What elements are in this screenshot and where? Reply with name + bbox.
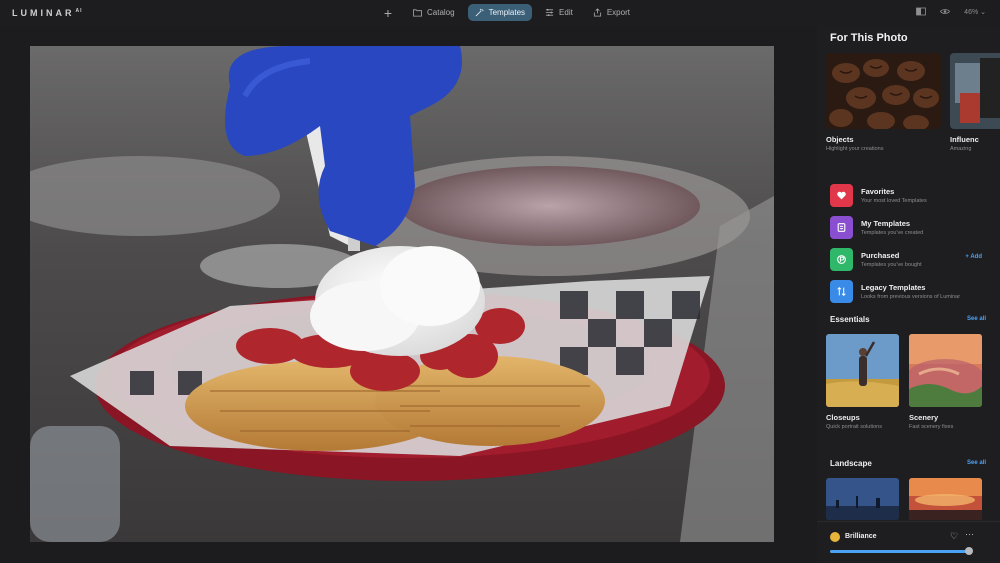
landscape-card-sunset[interactable]: [909, 478, 982, 520]
zoom-dropdown[interactable]: 46% ⌄: [964, 8, 986, 16]
edit-tab-label: Edit: [559, 8, 573, 17]
purchased-subtitle: Templates you've bought: [861, 261, 922, 268]
folder-icon: [413, 9, 422, 17]
photo-canvas[interactable]: [30, 46, 774, 542]
top-bar: LUMINARAI + Catalog Templates Edit Expor…: [0, 0, 1000, 26]
influencer-thumbnail: [950, 53, 1000, 129]
objects-thumbnail: [826, 53, 941, 129]
featured-card-objects[interactable]: Objects Highlight your creations: [826, 53, 941, 152]
closeups-thumbnail: [826, 334, 899, 407]
catalog-tab-label: Catalog: [427, 8, 455, 17]
templates-wand-icon: [475, 8, 484, 17]
app-suffix: AI: [75, 8, 83, 14]
app-logo: LUMINARAI: [12, 8, 83, 18]
essentials-title: Essentials: [830, 315, 870, 324]
zoom-level: 46%: [964, 8, 979, 16]
legacy-templates-item[interactable]: Legacy Templates Looks from previous ver…: [830, 275, 990, 307]
eye-icon[interactable]: [940, 7, 951, 16]
add-photos-button[interactable]: +: [380, 5, 396, 21]
my-templates-item[interactable]: My Templates Templates you've created: [830, 211, 990, 243]
user-template-icon: [830, 215, 853, 239]
essentials-header: Essentials See all: [830, 315, 986, 324]
edit-tab[interactable]: Edit: [538, 4, 580, 21]
panel-title: For This Photo: [830, 32, 908, 44]
essentials-see-all[interactable]: See all: [967, 316, 986, 322]
influencer-title: Influenc: [950, 135, 979, 144]
closeups-card[interactable]: Closeups Quick portrait solutions: [826, 334, 899, 431]
add-purchased-button[interactable]: + Add: [965, 254, 982, 260]
landscape-card-city[interactable]: [826, 478, 899, 520]
purchased-title: Purchased: [861, 250, 900, 260]
templates-panel: For This Photo Objects Highlight your cr…: [817, 26, 1000, 563]
main-nav: + Catalog Templates Edit Export: [380, 4, 637, 21]
my-templates-title: My Templates: [861, 218, 911, 228]
templates-tab[interactable]: Templates: [467, 4, 533, 21]
favorites-title: Favorites: [861, 186, 895, 196]
template-categories: Favorites Your most loved Templates My T…: [830, 179, 990, 307]
legacy-templates-title: Legacy Templates: [861, 282, 926, 292]
scenery-subtitle: Fast scenery fixes: [909, 424, 954, 430]
brilliance-icon: [830, 532, 840, 542]
applied-template-bar: Brilliance ♡ ···: [817, 521, 1000, 563]
legacy-templates-subtitle: Looks from previous versions of Luminar: [861, 293, 961, 300]
landscape-title: Landscape: [830, 459, 872, 468]
scenery-card[interactable]: Scenery Fast scenery fixes: [909, 334, 982, 431]
objects-subtitle: Highlight your creations: [826, 146, 884, 152]
closeups-subtitle: Quick portrait solutions: [826, 424, 882, 430]
templates-tab-label: Templates: [488, 8, 526, 17]
scenery-thumbnail: [909, 334, 982, 407]
view-controls: 46% ⌄: [916, 7, 986, 16]
purchased-item[interactable]: Purchased Templates you've bought + Add: [830, 243, 990, 275]
landscape-header: Landscape See all: [830, 459, 986, 468]
slider-knob[interactable]: [965, 547, 974, 555]
catalog-tab[interactable]: Catalog: [406, 4, 462, 21]
featured-card-influencer[interactable]: Influenc Amazing: [950, 53, 1000, 152]
closeups-title: Closeups: [826, 413, 860, 422]
slider-fill: [830, 550, 970, 553]
waffle-photo: [30, 46, 774, 542]
objects-title: Objects: [826, 135, 854, 144]
app-name: LUMINAR: [12, 8, 75, 18]
compare-icon[interactable]: [916, 7, 927, 16]
favorites-item[interactable]: Favorites Your most loved Templates: [830, 179, 990, 211]
favorite-heart-icon[interactable]: ♡: [950, 531, 958, 542]
more-options-icon[interactable]: ···: [965, 529, 974, 539]
landscape-see-all[interactable]: See all: [967, 460, 986, 466]
influencer-subtitle: Amazing: [950, 146, 972, 152]
template-amount-slider[interactable]: [830, 547, 974, 555]
favorites-subtitle: Your most loved Templates: [861, 197, 927, 204]
export-tab[interactable]: Export: [586, 4, 637, 21]
export-tab-label: Export: [606, 8, 630, 17]
purchased-icon: [830, 247, 853, 271]
applied-template-name: Brilliance: [845, 533, 877, 540]
export-icon: [593, 8, 601, 17]
sliders-icon: [545, 8, 554, 17]
scenery-title: Scenery: [909, 413, 939, 422]
heart-icon: [830, 183, 853, 207]
my-templates-subtitle: Templates you've created: [861, 229, 924, 236]
legacy-swap-icon: [830, 279, 853, 303]
